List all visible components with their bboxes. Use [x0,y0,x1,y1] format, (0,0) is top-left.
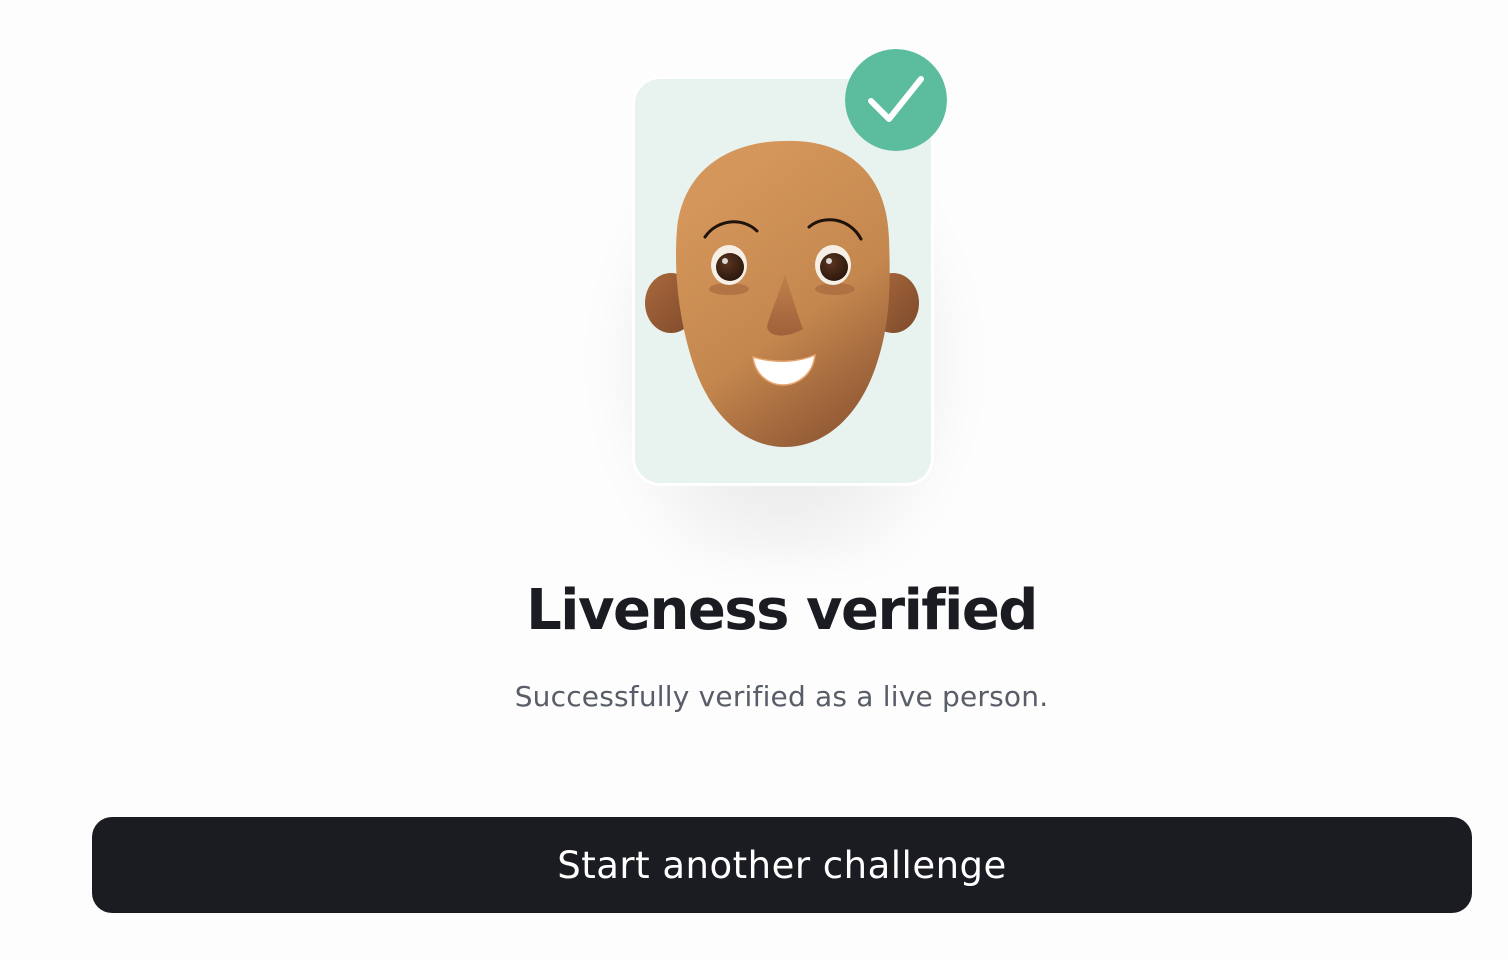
result-title: Liveness verified [526,578,1038,643]
result-message: Successfully verified as a live person. [514,680,1049,713]
start-another-challenge-button[interactable]: Start another challenge [92,817,1472,913]
liveness-result-screen: Liveness verified Successfully verified … [0,0,1508,960]
liveness-illustration [0,0,1508,560]
verified-check-badge [845,49,947,151]
